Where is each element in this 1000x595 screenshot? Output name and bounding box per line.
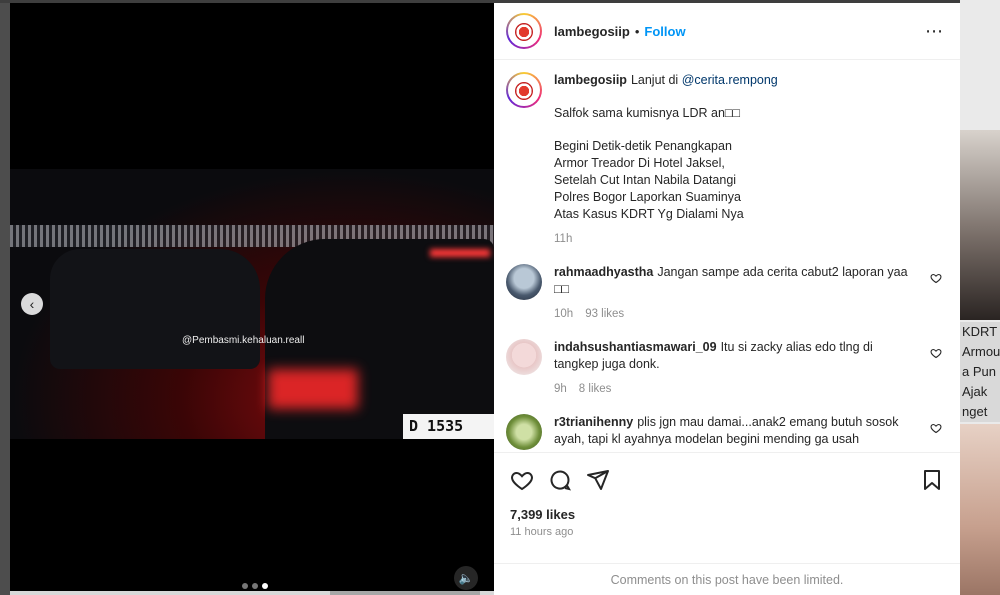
- comment-icon[interactable]: [548, 468, 572, 492]
- comment-likes[interactable]: 8 likes: [579, 381, 612, 398]
- chevron-left-icon[interactable]: ‹: [21, 293, 43, 315]
- comments-list[interactable]: lambegosiip Lanjut di @cerita.rempong Sal…: [494, 60, 960, 452]
- caption-line: Salfok sama kumisnya LDR an□□: [554, 106, 741, 120]
- video-frame[interactable]: D 1535: [10, 169, 494, 439]
- avatar[interactable]: [506, 339, 542, 375]
- comment-username[interactable]: indahsushantiasmawari_09: [554, 340, 717, 354]
- scrollbar-thumb[interactable]: [330, 591, 480, 595]
- brand-logo: [515, 82, 533, 100]
- bookmark-icon[interactable]: [920, 468, 944, 492]
- carousel-dot: [242, 583, 248, 589]
- comment-body: indahsushantiasmawari_09 Itu si zacky ali…: [554, 339, 920, 398]
- feed-text-line: Armou: [962, 344, 1000, 359]
- caption-time: 11h: [554, 233, 573, 245]
- avatar[interactable]: [506, 13, 542, 49]
- heart-icon[interactable]: [510, 468, 534, 492]
- caption-paragraph-line: Armor Treador Di Hotel Jaksel,: [554, 156, 725, 170]
- heart-icon[interactable]: [928, 422, 944, 437]
- caption-paragraph-line: Atas Kasus KDRT Yg Dialami Nya: [554, 207, 744, 221]
- comment-username[interactable]: r3trianihenny: [554, 415, 633, 429]
- more-options-icon[interactable]: ⋯: [925, 21, 944, 42]
- caption-intro: Lanjut di: [630, 73, 679, 87]
- mention-link[interactable]: @cerita.rempong: [682, 73, 778, 87]
- post-panel: lambegosiip • Follow ⋯ lambegosiip Lanjut…: [494, 3, 960, 595]
- avatar[interactable]: [506, 72, 542, 108]
- caption-paragraph-line: Begini Detik-detik Penangkapan: [554, 139, 732, 153]
- comment-username[interactable]: rahmaadhyastha: [554, 265, 653, 279]
- feed-thumbnail: [960, 424, 1000, 595]
- avatar[interactable]: [506, 264, 542, 300]
- feed-text-line: nget: [962, 404, 988, 419]
- feed-text-line: Ajak: [962, 384, 988, 399]
- taillight-bar: [430, 249, 490, 257]
- separator-dot: •: [634, 23, 640, 39]
- caption-paragraph-line: Setelah Cut Intan Nabila Datangi: [554, 173, 737, 187]
- caption-meta: 11h: [554, 231, 944, 248]
- comments-limited-notice: Comments on this post have been limited.: [494, 563, 960, 595]
- follow-button[interactable]: Follow: [644, 24, 685, 39]
- caption: lambegosiip Lanjut di @cerita.rempong Sal…: [506, 72, 944, 248]
- comment-time: 9h: [554, 383, 567, 395]
- carousel-dot: [252, 583, 258, 589]
- speaker-icon[interactable]: 🔈: [454, 566, 478, 590]
- comment-time: 10h: [554, 308, 574, 320]
- comment-likes[interactable]: 93 likes: [585, 306, 624, 323]
- comment-body: rahmaadhyastha Jangan sampe ada cerita ca…: [554, 264, 920, 323]
- caption-username[interactable]: lambegosiip: [554, 73, 627, 87]
- comment-item: rahmaadhyastha Jangan sampe ada cerita ca…: [506, 264, 944, 323]
- feed-thumbnail: [960, 130, 1000, 320]
- caption-paragraph: Begini Detik-detik Penangkapan Armor Tre…: [554, 138, 944, 223]
- feed-text-line: KDRT: [962, 324, 998, 339]
- carousel-dot-active: [262, 583, 268, 589]
- post-header: lambegosiip • Follow ⋯: [494, 3, 960, 60]
- likes-count[interactable]: 7,399 likes: [510, 507, 944, 522]
- post-media[interactable]: D 1535 @Pembasmi.kehaluan.reall ‹ 🔈: [10, 3, 494, 595]
- carousel-dots: [242, 583, 268, 589]
- caption-body: lambegosiip Lanjut di @cerita.rempong Sal…: [554, 72, 944, 248]
- comment-item: r3trianihenny plis jgn mau damai...anak2 …: [506, 414, 944, 450]
- comment-item: indahsushantiasmawari_09 Itu si zacky ali…: [506, 339, 944, 398]
- header-username[interactable]: lambegosiip: [554, 24, 630, 39]
- parked-car: [50, 249, 260, 369]
- background-feed: KDRT Armou a Pun Ajak nget: [960, 0, 1000, 595]
- caption-paragraph-line: Polres Bogor Laporkan Suaminya: [554, 190, 741, 204]
- post-time: 11 hours ago: [510, 526, 574, 538]
- heart-icon[interactable]: [928, 347, 944, 362]
- share-icon[interactable]: [586, 468, 610, 492]
- heart-icon[interactable]: [928, 272, 944, 287]
- brand-logo: [515, 23, 533, 41]
- feed-text-line: a Pun: [962, 364, 996, 379]
- comment-meta: 10h 93 likes: [554, 306, 920, 323]
- action-icons: [510, 465, 944, 495]
- screen: KDRT Armou a Pun Ajak nget D 1535 @Pemba…: [0, 0, 1000, 595]
- post-actions: 7,399 likes 11 hours ago: [494, 452, 960, 538]
- taillight-glow: [268, 369, 358, 409]
- horizontal-scrollbar[interactable]: [10, 591, 494, 595]
- license-plate: D 1535: [403, 414, 494, 439]
- comment-body: r3trianihenny plis jgn mau damai...anak2 …: [554, 414, 920, 448]
- avatar[interactable]: [506, 414, 542, 450]
- feed-text-block: KDRT Armou a Pun Ajak nget: [960, 322, 1000, 422]
- video-watermark: @Pembasmi.kehaluan.reall: [182, 335, 305, 346]
- comment-meta: 9h 8 likes: [554, 381, 920, 398]
- post-modal: D 1535 @Pembasmi.kehaluan.reall ‹ 🔈 lamb…: [10, 3, 960, 595]
